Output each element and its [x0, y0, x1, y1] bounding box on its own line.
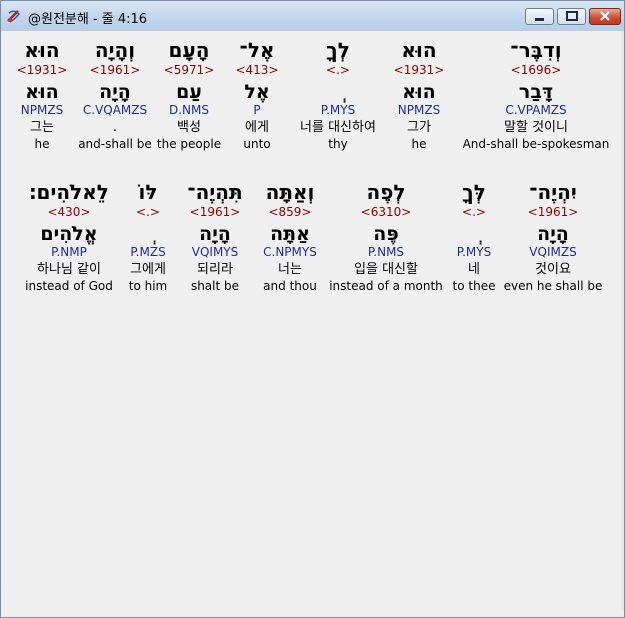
close-button[interactable]: [589, 8, 621, 25]
word-cell[interactable]: לֵאלֹהִים׃ <430> אֱלֹהִים P.NMP 하나님 같이 instea…: [0, 179, 144, 293]
maximize-button[interactable]: [557, 8, 586, 25]
minimize-button[interactable]: [525, 8, 554, 25]
title-bar[interactable]: @원전분해 - 줄 4:16: [1, 1, 624, 31]
word-heb: לֵאלֹהִים׃: [29, 180, 109, 204]
window-title: @원전분해 - 줄 4:16: [28, 12, 148, 27]
word-eng: instead of God: [25, 279, 113, 293]
word-num: <1931>: [16, 63, 68, 77]
app-icon: [7, 10, 21, 23]
word-num: <430>: [47, 205, 91, 219]
maximize-icon: [566, 11, 578, 21]
minimize-icon: [535, 18, 544, 21]
word-cell[interactable]: הוּא <1931> הוּא NPMZS 그는 he: [0, 37, 117, 151]
word-heb: הוּא: [24, 38, 60, 62]
app-window: @원전분해 - 줄 4:16 וְדִבֶּר־ <1696> דָּבַר C.VP…: [0, 0, 625, 618]
word-lemma: הוּא: [25, 81, 59, 103]
word-morph: P.NMP: [51, 245, 87, 259]
word-lemma: אֱלֹהִים: [40, 223, 98, 245]
close-icon: [600, 11, 610, 21]
word-kor: 그는: [30, 120, 54, 135]
word-morph: NPMZS: [20, 103, 64, 117]
word-kor: 하나님 같이: [37, 262, 101, 277]
word-eng: he: [34, 137, 50, 151]
interlinear-pane[interactable]: וְדִבֶּר־ <1696> דָּבַר C.VPAMZS 말할 것이니 And-s…: [6, 31, 621, 611]
window-border-right: [621, 31, 624, 611]
